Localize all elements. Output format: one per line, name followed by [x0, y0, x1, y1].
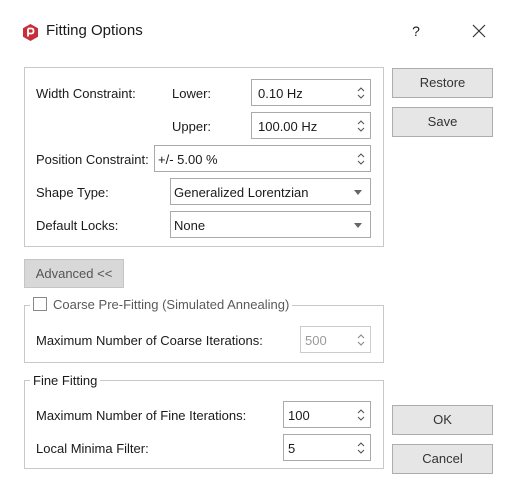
default-locks-dropdown[interactable]: None	[170, 211, 371, 238]
fine-fitting-legend: Fine Fitting	[30, 373, 101, 388]
coarse-prefitting-checkbox[interactable]	[33, 297, 47, 311]
help-button[interactable]: ?	[404, 18, 428, 44]
advanced-toggle-button[interactable]: Advanced <<	[24, 259, 124, 288]
upper-width-value: 100.00 Hz	[258, 119, 318, 134]
spin-arrows-icon[interactable]	[356, 330, 366, 350]
coarse-prefitting-label: Coarse Pre-Fitting (Simulated Annealing)	[53, 297, 290, 312]
shape-type-value: Generalized Lorentzian	[174, 185, 309, 200]
lower-width-value: 0.10 Hz	[258, 86, 303, 101]
chevron-down-icon	[354, 190, 362, 195]
local-minima-spinbox[interactable]: 5	[283, 434, 371, 461]
default-locks-value: None	[174, 218, 206, 233]
title-bar: Fitting Options ?	[0, 0, 508, 62]
position-constraint-label: Position Constraint:	[36, 152, 149, 167]
ok-button[interactable]: OK	[392, 405, 493, 435]
position-constraint-value: +/- 5.00 %	[158, 152, 218, 167]
coarse-iterations-label: Maximum Number of Coarse Iterations:	[36, 333, 263, 348]
spin-arrows-icon[interactable]	[356, 149, 366, 169]
fine-iterations-value: 100	[288, 408, 310, 423]
coarse-prefitting-legend: Coarse Pre-Fitting (Simulated Annealing)	[30, 297, 293, 312]
close-icon[interactable]	[466, 18, 492, 44]
spin-arrows-icon[interactable]	[356, 83, 366, 103]
restore-button[interactable]: Restore	[392, 68, 493, 98]
width-constraint-label: Width Constraint:	[36, 86, 136, 101]
local-minima-label: Local Minima Filter:	[36, 441, 149, 456]
lower-width-spinbox[interactable]: 0.10 Hz	[251, 79, 371, 106]
position-constraint-spinbox[interactable]: +/- 5.00 %	[154, 145, 371, 172]
fine-iterations-label: Maximum Number of Fine Iterations:	[36, 408, 247, 423]
lower-label: Lower:	[172, 86, 212, 101]
shape-type-dropdown[interactable]: Generalized Lorentzian	[170, 178, 371, 205]
coarse-iterations-spinbox[interactable]: 500	[300, 326, 371, 353]
app-logo-icon	[23, 24, 38, 41]
save-button[interactable]: Save	[392, 107, 493, 137]
default-locks-label: Default Locks:	[36, 218, 119, 233]
cancel-button[interactable]: Cancel	[392, 444, 493, 474]
coarse-iterations-value: 500	[305, 333, 327, 348]
shape-type-label: Shape Type:	[36, 185, 109, 200]
spin-arrows-icon[interactable]	[356, 438, 366, 458]
spin-arrows-icon[interactable]	[356, 116, 366, 136]
upper-width-spinbox[interactable]: 100.00 Hz	[251, 112, 371, 139]
local-minima-value: 5	[288, 441, 296, 456]
upper-label: Upper:	[172, 119, 212, 134]
fine-iterations-spinbox[interactable]: 100	[283, 401, 371, 428]
chevron-down-icon	[354, 223, 362, 228]
spin-arrows-icon[interactable]	[356, 405, 366, 425]
window-title: Fitting Options	[46, 22, 143, 39]
